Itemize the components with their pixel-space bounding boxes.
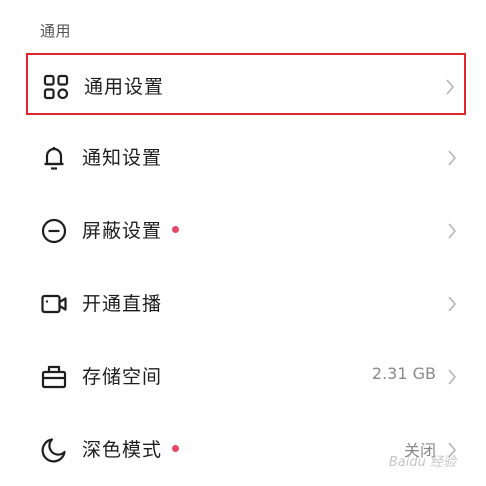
grid-icon xyxy=(42,73,70,101)
general-settings-label: 通用设置 xyxy=(84,76,165,98)
new-badge-dot xyxy=(172,445,180,452)
notification-settings-row[interactable]: 通知设置 xyxy=(26,126,466,188)
block-circle-icon xyxy=(40,217,68,245)
video-camera-icon xyxy=(40,290,68,318)
live-stream-row[interactable]: 开通直播 xyxy=(26,272,466,334)
section-title: 通用 xyxy=(40,22,72,40)
bell-icon xyxy=(40,144,68,172)
moon-icon xyxy=(40,436,68,464)
block-settings-row[interactable]: 屏蔽设置 xyxy=(26,199,466,261)
storage-label: 存储空间 xyxy=(82,366,163,388)
live-stream-label: 开通直播 xyxy=(82,293,163,315)
chevron-right-icon xyxy=(446,367,458,387)
general-settings-row[interactable]: 通用设置 xyxy=(26,53,466,115)
storage-value: 2.31 GB xyxy=(371,364,436,383)
storage-row[interactable]: 存储空间 2.31 GB xyxy=(26,345,466,407)
chevron-right-icon xyxy=(446,148,458,168)
block-settings-label: 屏蔽设置 xyxy=(82,216,180,243)
chevron-right-icon xyxy=(446,294,458,314)
notification-settings-label: 通知设置 xyxy=(82,147,163,169)
storage-icon xyxy=(40,363,68,391)
block-settings-text: 屏蔽设置 xyxy=(82,220,163,242)
chevron-right-icon xyxy=(444,77,456,97)
watermark: Baidu 经验 xyxy=(388,455,456,470)
dark-mode-text: 深色模式 xyxy=(82,439,163,461)
new-badge-dot xyxy=(172,226,180,233)
chevron-right-icon xyxy=(446,221,458,241)
dark-mode-label: 深色模式 xyxy=(82,435,180,462)
dark-mode-row[interactable]: 深色模式 关闭 xyxy=(26,418,466,480)
